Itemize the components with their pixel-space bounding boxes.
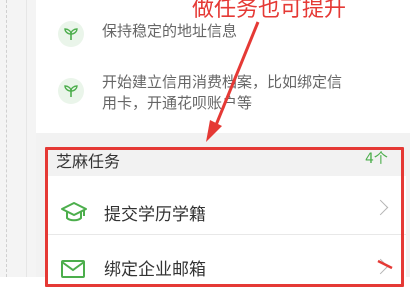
annotation-arrow: [206, 21, 393, 270]
